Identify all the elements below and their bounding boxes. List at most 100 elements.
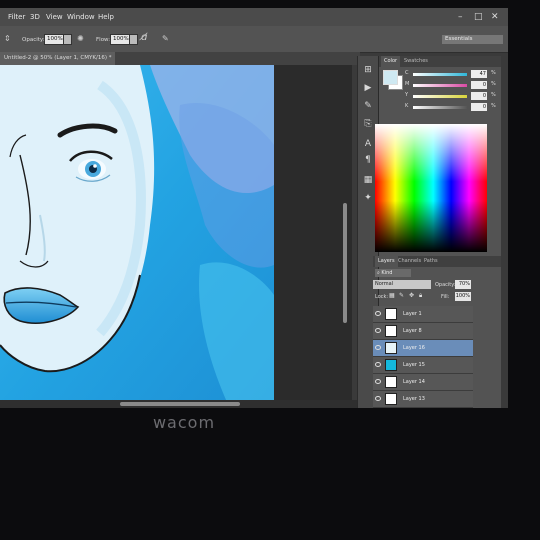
tab-channels[interactable]: Channels [395, 256, 424, 267]
pasteboard [274, 65, 352, 408]
document-tab[interactable]: Untitled-2 @ 50% (Layer 1, CMYK/16) * [0, 52, 116, 65]
slider-label-k: K [405, 103, 409, 109]
close-icon[interactable]: ✕ [491, 12, 499, 22]
lock-pixels-icon[interactable]: ✎ [399, 292, 404, 299]
workspace-switcher[interactable]: Essentials [442, 35, 503, 44]
slider-label-y: Y [405, 92, 409, 98]
color-slider-m[interactable]: M 0 % [405, 81, 501, 90]
menu-view[interactable]: View [46, 13, 63, 21]
visibility-eye-icon[interactable] [375, 311, 381, 316]
slider-unit-c: % [491, 70, 496, 76]
tab-swatches[interactable]: Swatches [401, 56, 431, 67]
lock-all-icon[interactable]: 🔒︎ [419, 292, 422, 300]
character-icon[interactable]: A [362, 138, 374, 150]
fill-field[interactable]: 100% [455, 292, 471, 301]
slider-unit-m: % [491, 81, 496, 87]
styles-icon[interactable]: ✦ [362, 192, 374, 204]
menu-help[interactable]: Help [98, 13, 114, 21]
layer-thumbnail [385, 308, 397, 320]
layer-thumbnail [385, 376, 397, 388]
layer-thumbnail [385, 342, 397, 354]
menu-3d[interactable]: 3D [30, 13, 40, 21]
maximize-icon[interactable]: □ [474, 12, 483, 22]
color-panel-tabs: Color Swatches [379, 56, 501, 67]
layer-opacity-field[interactable]: 70% [455, 280, 471, 289]
layer-thumbnail [385, 359, 397, 371]
slider-value-y[interactable]: 0 [471, 92, 487, 100]
slider-bar-k[interactable] [413, 106, 467, 109]
layer-row[interactable]: Layer 13 [373, 391, 473, 408]
pressure-size-icon[interactable]: ✎ [162, 34, 169, 43]
photoshop-window: Filter 3D View Window Help – □ ✕ ⇕ Opaci… [0, 8, 508, 408]
layers-panel-tabs: Layers Channels Paths [373, 256, 501, 267]
actions-icon[interactable]: ▶ [362, 82, 374, 94]
visibility-eye-icon[interactable] [375, 379, 381, 384]
layer-name: Layer 16 [403, 345, 425, 351]
clone-source-icon[interactable]: ⎘ [362, 118, 374, 130]
slider-value-k[interactable]: 0 [471, 103, 487, 111]
menu-bar: Filter 3D View Window Help – □ ✕ [0, 8, 508, 26]
history-icon[interactable]: ⊞ [362, 64, 374, 76]
opacity-dropdown[interactable] [63, 34, 72, 45]
layer-name: Layer 13 [403, 396, 425, 402]
slider-value-m[interactable]: 0 [471, 81, 487, 89]
color-slider-k[interactable]: K 0 % [405, 103, 501, 112]
layer-row[interactable]: Layer 15 [373, 357, 473, 374]
wacom-logo: wacom [152, 413, 216, 432]
layer-opacity-label: Opacity: [435, 282, 456, 288]
layer-name: Layer 15 [403, 362, 425, 368]
layer-name: Layer 1 [403, 311, 422, 317]
document-tab-bar: Untitled-2 @ 50% (Layer 1, CMYK/16) * [0, 52, 360, 65]
layer-row-selected[interactable]: Layer 16 [373, 340, 473, 357]
layer-row[interactable]: Layer 14 [373, 374, 473, 391]
visibility-eye-icon[interactable] [375, 328, 381, 333]
visibility-eye-icon[interactable] [375, 362, 381, 367]
color-slider-y[interactable]: Y 0 % [405, 92, 501, 101]
lock-label: Lock: [375, 294, 389, 300]
layer-thumbnail [385, 393, 397, 405]
layer-name: Layer 14 [403, 379, 425, 385]
airbrush-icon[interactable]: ɑ̸ [141, 32, 147, 43]
tool-preset-icon[interactable]: ⇕ [4, 34, 11, 43]
slider-label-c: C [405, 70, 409, 76]
layer-row[interactable]: Layer 8 [373, 323, 473, 340]
menu-filter[interactable]: Filter [8, 13, 25, 21]
brush-presets-icon[interactable]: ✎ [362, 100, 374, 112]
layer-thumbnail [385, 325, 397, 337]
color-slider-c[interactable]: C 47 % [405, 70, 501, 79]
tab-paths[interactable]: Paths [421, 256, 441, 267]
horizontal-scroll-thumb[interactable] [120, 402, 240, 406]
pressure-opacity-icon[interactable]: ✺ [77, 34, 84, 43]
document-canvas[interactable] [0, 65, 274, 408]
foreground-color-swatch[interactable] [383, 70, 398, 85]
menu-window[interactable]: Window [67, 13, 95, 21]
slider-bar-m[interactable] [413, 84, 467, 87]
minimize-icon[interactable]: – [458, 12, 463, 22]
slider-bar-c[interactable] [413, 73, 467, 76]
vertical-scrollbar[interactable] [343, 203, 347, 323]
color-spectrum-ramp[interactable] [375, 124, 487, 252]
tab-color[interactable]: Color [381, 56, 401, 67]
lock-transparent-icon[interactable]: ▦ [389, 292, 395, 299]
visibility-eye-icon[interactable] [375, 345, 381, 350]
kind-label: Kind [381, 270, 393, 276]
paragraph-icon[interactable]: ¶ [362, 154, 374, 166]
slider-value-c[interactable]: 47 [471, 70, 487, 78]
options-bar: ⇕ Opacity: 100% ✺ Flow: 100% ɑ̸ ✎ Essent… [0, 26, 508, 53]
visibility-eye-icon[interactable] [375, 396, 381, 401]
right-panel: Color Swatches C 47 % M 0 % Y 0 % K 0 % [373, 56, 501, 408]
adjustments-icon[interactable]: ▦ [362, 174, 374, 186]
lock-position-icon[interactable]: ✥ [409, 292, 414, 299]
flow-dropdown[interactable] [129, 34, 138, 45]
search-icon: ⌕ [377, 270, 380, 276]
flow-label: Flow: [96, 37, 111, 43]
horizontal-scrollbar[interactable] [0, 400, 360, 408]
layer-row[interactable]: Layer 1 [373, 306, 473, 323]
layer-name: Layer 8 [403, 328, 422, 334]
face-illustration [0, 65, 274, 408]
opacity-label: Opacity: [22, 37, 45, 43]
slider-bar-y[interactable] [413, 95, 467, 98]
blend-mode-select[interactable]: Normal [373, 280, 431, 289]
layer-kind-filter[interactable]: ⌕ Kind [375, 269, 411, 277]
slider-unit-y: % [491, 92, 496, 98]
